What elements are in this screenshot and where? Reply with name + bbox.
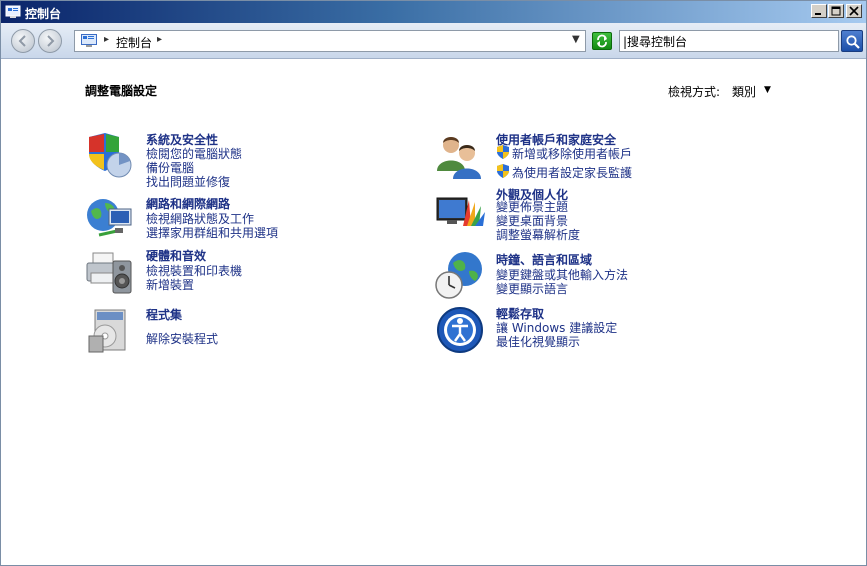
- view-by-dropdown[interactable]: 類別: [732, 83, 756, 100]
- breadcrumb-separator-icon[interactable]: ▸: [104, 34, 109, 45]
- minimize-icon: [815, 13, 821, 15]
- refresh-button[interactable]: [592, 32, 612, 50]
- printer-speaker-icon[interactable]: [85, 247, 135, 297]
- search-icon: [846, 35, 860, 49]
- navigation-bar: ▸ 控制台 ▸ ▼: [1, 23, 866, 59]
- back-button[interactable]: [11, 29, 35, 53]
- search-box[interactable]: [619, 30, 839, 52]
- link-parental-controls[interactable]: 為使用者設定家長監護: [512, 164, 632, 181]
- link-change-display-language[interactable]: 變更顯示語言: [496, 280, 568, 297]
- link-find-fix-problems[interactable]: 找出問題並修復: [146, 173, 230, 190]
- arrow-left-icon: [18, 35, 26, 47]
- close-button[interactable]: [846, 4, 862, 18]
- uac-shield-icon: [497, 164, 509, 178]
- refresh-icon: [597, 34, 607, 48]
- maximize-button[interactable]: [828, 4, 844, 18]
- title-bar[interactable]: 控制台: [1, 1, 866, 23]
- globe-clock-icon[interactable]: [435, 251, 485, 301]
- uac-shield-icon: [497, 145, 509, 159]
- address-bar[interactable]: ▸ 控制台 ▸ ▼: [74, 30, 586, 52]
- content-area: 調整電腦設定 檢視方式: 類別 ▼ 系統及安全性 檢閱您的電腦狀態 備份電腦 找…: [1, 60, 866, 565]
- control-panel-icon: [5, 5, 21, 18]
- ease-of-access-icon[interactable]: [435, 305, 485, 355]
- window-title: 控制台: [25, 7, 62, 21]
- link-uninstall-program[interactable]: 解除安裝程式: [146, 330, 218, 347]
- link-optimize-visual-display[interactable]: 最佳化視覺顯示: [496, 333, 580, 350]
- users-icon[interactable]: [435, 131, 485, 181]
- control-panel-window: 控制台 ▸ 控制台 ▸ ▼ |搜尋控制台 調整電腦設定 檢視方式: 類別 ▼ 系…: [0, 0, 867, 566]
- view-by-label: 檢視方式:: [668, 85, 721, 99]
- category-title[interactable]: 程式集: [146, 306, 182, 323]
- link-adjust-resolution[interactable]: 調整螢幕解析度: [496, 226, 580, 243]
- maximize-icon: [831, 6, 841, 16]
- page-title: 調整電腦設定: [85, 84, 158, 98]
- search-input[interactable]: [623, 33, 833, 49]
- shield-chart-icon[interactable]: [85, 131, 135, 181]
- network-globe-icon[interactable]: [85, 195, 135, 245]
- link-homegroup-sharing[interactable]: 選擇家用群組和共用選項: [146, 224, 278, 241]
- forward-button[interactable]: [38, 29, 62, 53]
- link-add-remove-users[interactable]: 新增或移除使用者帳戶: [512, 145, 632, 162]
- close-icon: [849, 6, 859, 16]
- programs-box-icon[interactable]: [85, 306, 135, 356]
- breadcrumb-control-panel[interactable]: 控制台: [116, 34, 152, 51]
- arrow-right-icon: [47, 35, 55, 47]
- minimize-button[interactable]: [811, 4, 827, 18]
- breadcrumb-chevron-icon[interactable]: ▸: [157, 34, 162, 45]
- control-panel-icon: [81, 34, 97, 47]
- search-button[interactable]: [841, 30, 863, 52]
- display-palette-icon[interactable]: [435, 186, 485, 236]
- address-dropdown-icon[interactable]: ▼: [572, 34, 580, 45]
- link-add-device[interactable]: 新增裝置: [146, 276, 194, 293]
- chevron-down-icon[interactable]: ▼: [764, 85, 771, 95]
